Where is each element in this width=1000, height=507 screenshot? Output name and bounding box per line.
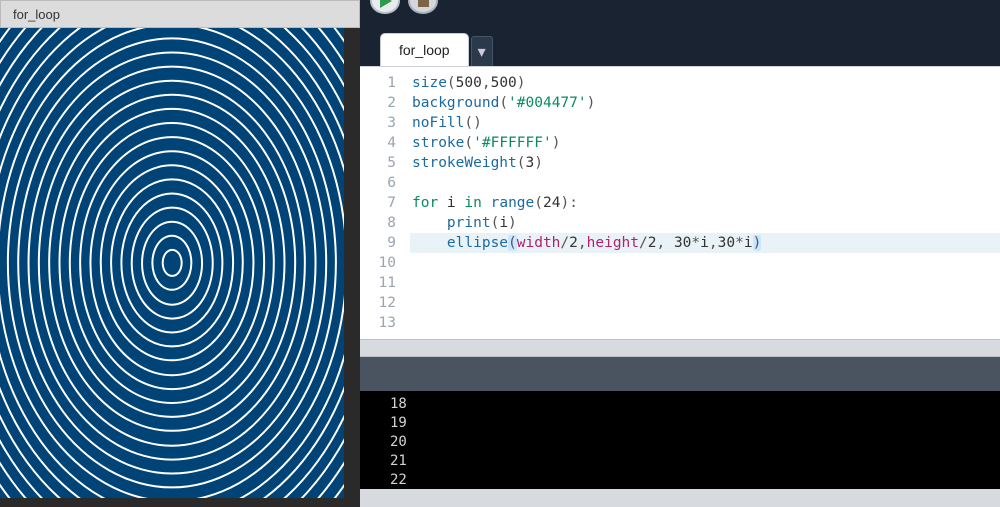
pane-divider[interactable] <box>360 339 1000 357</box>
line-number: 4 <box>360 133 396 153</box>
line-number: 9 <box>360 233 396 253</box>
play-icon <box>380 0 392 8</box>
code-line[interactable]: print(i) <box>410 213 1000 233</box>
tab-for-loop[interactable]: for_loop <box>380 33 469 66</box>
output-window-title: for_loop <box>13 7 60 22</box>
code-line[interactable] <box>410 293 1000 313</box>
code-line[interactable]: stroke('#FFFFFF') <box>410 133 1000 153</box>
toolbar <box>360 0 1000 26</box>
app-root: for_loop for_loop ▾ 12345678910111213 si… <box>0 0 1000 507</box>
code-line[interactable]: size(500,500) <box>410 73 1000 93</box>
output-window-title-bar[interactable]: for_loop <box>0 0 360 28</box>
line-number: 7 <box>360 193 396 213</box>
code-line[interactable]: strokeWeight(3) <box>410 153 1000 173</box>
console-line: 20 <box>390 433 1000 452</box>
tab-strip: for_loop ▾ <box>360 26 1000 66</box>
console-line: 19 <box>390 414 1000 433</box>
console-line: 22 <box>390 471 1000 489</box>
code-line[interactable]: noFill() <box>410 113 1000 133</box>
code-line[interactable]: for i in range(24): <box>410 193 1000 213</box>
line-number: 12 <box>360 293 396 313</box>
status-bar <box>360 489 1000 507</box>
ring <box>0 28 344 498</box>
run-button[interactable] <box>370 0 400 14</box>
code-line[interactable] <box>410 253 1000 273</box>
line-number: 1 <box>360 73 396 93</box>
code-line[interactable]: background('#004477') <box>410 93 1000 113</box>
code-editor[interactable]: 12345678910111213 size(500,500)backgroun… <box>360 66 1000 339</box>
line-number-gutter: 12345678910111213 <box>360 67 404 339</box>
sketch-canvas <box>0 28 344 498</box>
code-line[interactable] <box>410 313 1000 333</box>
editor-pane: for_loop ▾ 12345678910111213 size(500,50… <box>360 0 1000 507</box>
pane-spacer <box>360 357 1000 391</box>
line-number: 10 <box>360 253 396 273</box>
console-line: 21 <box>390 452 1000 471</box>
console-output[interactable]: 181920212223 <box>360 391 1000 489</box>
line-number: 13 <box>360 313 396 333</box>
code-line[interactable]: ellipse(width/2,height/2, 30*i,30*i) <box>410 233 1000 253</box>
stop-button[interactable] <box>408 0 438 14</box>
output-window: for_loop <box>0 0 360 507</box>
stop-icon <box>418 0 429 7</box>
line-number: 11 <box>360 273 396 293</box>
line-number: 2 <box>360 93 396 113</box>
canvas-container <box>0 28 360 507</box>
line-number: 3 <box>360 113 396 133</box>
line-number: 8 <box>360 213 396 233</box>
tab-menu-button[interactable]: ▾ <box>471 36 493 66</box>
code-body[interactable]: size(500,500)background('#004477')noFill… <box>404 67 1000 339</box>
code-line[interactable] <box>410 273 1000 293</box>
chevron-down-icon: ▾ <box>478 42 486 62</box>
console-line: 18 <box>390 395 1000 414</box>
code-line[interactable] <box>410 173 1000 193</box>
line-number: 6 <box>360 173 396 193</box>
line-number: 5 <box>360 153 396 173</box>
